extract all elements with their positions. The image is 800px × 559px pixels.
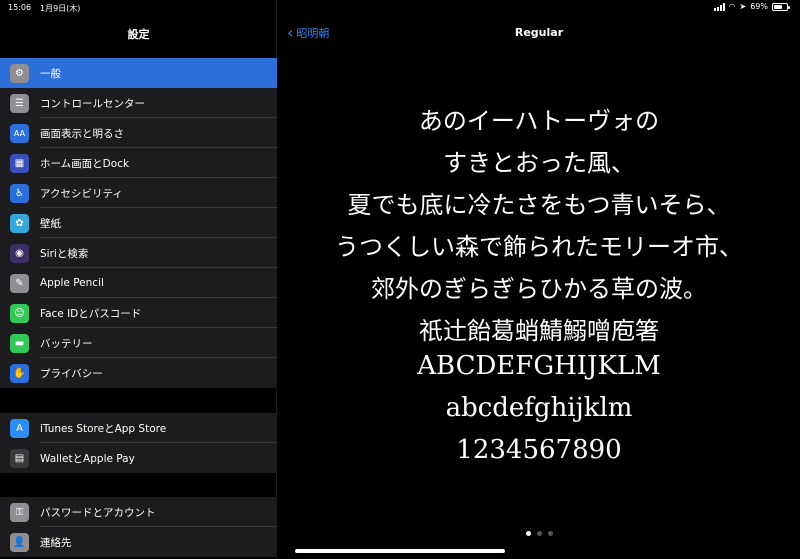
sidebar-item-label: プライバシー bbox=[40, 367, 103, 380]
page-title: Regular bbox=[514, 26, 564, 39]
contacts-icon: 👤 bbox=[10, 532, 29, 552]
sidebar-item-battery[interactable]: ▬ バッテリー bbox=[0, 328, 277, 358]
sidebar-item-app-store[interactable]: AiTunes StoreとApp Store bbox=[0, 413, 277, 443]
battery-percent: 69% bbox=[750, 2, 768, 11]
sidebar-item-label: iTunes StoreとApp Store bbox=[40, 422, 167, 435]
sidebar-item-label: 画面表示と明るさ bbox=[40, 127, 124, 140]
location-icon: ➤ bbox=[739, 2, 747, 11]
sidebar-item-label: Apple Pencil bbox=[40, 277, 104, 289]
sample-line: 祇辻飴葛蛸鯖鰯噌庖箸 bbox=[419, 317, 659, 345]
sidebar-item-hand[interactable]: ✋ プライバシー bbox=[0, 358, 277, 388]
sidebar-item-label: ホーム画面とDock bbox=[40, 157, 130, 170]
sidebar-item-label: WalletとApple Pay bbox=[40, 452, 135, 465]
sidebar-item-wallpaper-flower[interactable]: ✿ 壁紙 bbox=[0, 208, 277, 238]
settings-group: AiTunes StoreとApp Store ▤ WalletとApple Pay bbox=[0, 413, 277, 473]
page-dot bbox=[525, 531, 531, 536]
sidebar-item-home-grid[interactable]: ▦ ホーム画面とDock bbox=[0, 148, 277, 178]
wifi-icon: ◠ bbox=[728, 2, 736, 11]
hand-icon: ✋ bbox=[10, 363, 29, 383]
sidebar-item-accessibility[interactable]: ♿ アクセシビリティ bbox=[0, 178, 277, 208]
settings-sidebar: 設定 ⚙ 一般 ☰ コントロールセンター AA 画面表示と明るさ ▦ ホーム画面とDock ♿ ア… bbox=[0, 0, 277, 559]
sidebar-item-label: Siriと検索 bbox=[40, 247, 89, 260]
status-indicators: ◠ ➤ 69% bbox=[713, 2, 790, 11]
sample-line: 1234567890 bbox=[456, 435, 622, 465]
sidebar-item-switches[interactable]: ☰ コントロールセンター bbox=[0, 88, 277, 118]
page-dot bbox=[547, 531, 553, 536]
sidebar-item-face-id[interactable]: ☺ Face IDとパスコード bbox=[0, 298, 277, 328]
sidebar-item-label: バッテリー bbox=[40, 337, 93, 350]
font-preview-pane: ‹ 昭明朝 Regular あのイーハトーヴォの すきとおった風、 夏でも底に冷たさ… bbox=[278, 0, 800, 559]
status-bar: 15:06 1月9日(木) ◠ ➤ 69% bbox=[0, 0, 800, 16]
gear-icon: ⚙ bbox=[10, 63, 29, 83]
sidebar-item-key[interactable]: ⚿ パスワードとアカウント bbox=[0, 497, 277, 527]
text-size-icon: AA bbox=[10, 123, 29, 143]
key-icon: ⚿ bbox=[10, 502, 29, 522]
status-date: 1月9日(木) bbox=[40, 4, 81, 13]
sidebar-item-label: コントロールセンター bbox=[40, 97, 145, 110]
sidebar-item-contacts[interactable]: 👤 連絡先 bbox=[0, 527, 277, 557]
wallet-icon: ▤ bbox=[10, 448, 29, 468]
sample-line: 夏でも底に冷たさをもつ青いそら、 bbox=[347, 191, 731, 219]
sidebar-item-pencil[interactable]: ✎ Apple Pencil bbox=[0, 268, 277, 298]
settings-group: ⚿ パスワードとアカウント 👤 連絡先 bbox=[0, 497, 277, 557]
switches-icon: ☰ bbox=[10, 93, 29, 113]
sidebar-item-label: Face IDとパスコード bbox=[40, 307, 142, 320]
home-grid-icon: ▦ bbox=[10, 153, 29, 173]
pencil-icon: ✎ bbox=[10, 273, 29, 293]
battery-status-icon bbox=[772, 2, 790, 11]
sample-line: abcdefghijklm bbox=[445, 393, 633, 423]
page-dot bbox=[536, 531, 542, 536]
sidebar-title: 設定 bbox=[127, 28, 150, 41]
sample-line: あのイーハトーヴォの bbox=[418, 107, 660, 135]
sidebar-item-text-size[interactable]: AA 画面表示と明るさ bbox=[0, 118, 277, 148]
face-id-icon: ☺ bbox=[10, 303, 29, 323]
sample-line: すきとおった風、 bbox=[443, 149, 635, 177]
home-indicator[interactable] bbox=[295, 549, 505, 553]
sidebar-item-label: 壁紙 bbox=[40, 217, 61, 230]
sidebar-item-label: アクセシビリティ bbox=[40, 187, 123, 200]
app-store-icon: A bbox=[10, 418, 29, 438]
sidebar-item-label: 連絡先 bbox=[40, 536, 72, 549]
sidebar-item-wallet[interactable]: ▤ WalletとApple Pay bbox=[0, 443, 277, 473]
sample-line: ABCDEFGHIJKLM bbox=[417, 351, 661, 381]
signal-icon bbox=[713, 2, 725, 11]
sidebar-item-gear[interactable]: ⚙ 一般 bbox=[0, 58, 277, 88]
sidebar-item-siri[interactable]: ◉ Siriと検索 bbox=[0, 238, 277, 268]
page-indicator[interactable] bbox=[278, 531, 800, 536]
status-time: 15:06 bbox=[8, 3, 32, 12]
accessibility-icon: ♿ bbox=[10, 183, 29, 203]
siri-icon: ◉ bbox=[10, 243, 29, 263]
sidebar-item-label: 一般 bbox=[40, 67, 61, 80]
settings-group: ⚙ 一般 ☰ コントロールセンター AA 画面表示と明るさ ▦ ホーム画面とDock ♿ アクセシ… bbox=[0, 58, 277, 388]
sidebar-item-label: パスワードとアカウント bbox=[40, 506, 156, 519]
sample-line: うつくしい森で飾られたモリーオ市、 bbox=[335, 233, 743, 261]
sample-line: 郊外のぎらぎらひかる草の波。 bbox=[371, 275, 707, 303]
wallpaper-flower-icon: ✿ bbox=[10, 213, 29, 233]
battery-icon: ▬ bbox=[10, 333, 29, 353]
